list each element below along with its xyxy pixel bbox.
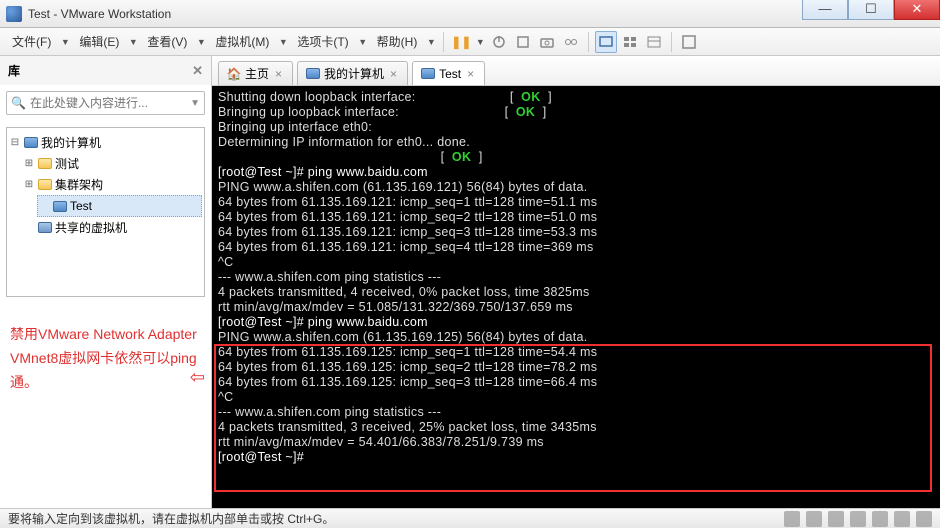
menu-file-dropdown[interactable]: ▼ <box>59 31 71 53</box>
shared-icon <box>37 220 53 236</box>
device-net-icon[interactable] <box>828 511 844 527</box>
vm-icon <box>421 67 435 81</box>
snapshot-tool[interactable] <box>536 31 558 53</box>
tab-close-icon[interactable]: × <box>388 67 399 81</box>
view-unity-button[interactable] <box>643 31 665 53</box>
annotation-text: 禁用VMware Network Adapter VMnet8虚拟网卡依然可以p… <box>10 323 201 394</box>
tree-root-mycomputer[interactable]: ⊟ 我的计算机 <box>9 132 202 153</box>
menu-vm-dropdown[interactable]: ▼ <box>277 31 289 53</box>
folder-icon <box>37 177 53 193</box>
app-icon <box>6 6 22 22</box>
annotation-label: 禁用VMware Network Adapter VMnet8虚拟网卡依然可以p… <box>10 326 197 390</box>
vm-console[interactable]: Shutting down loopback interface: [ OK ]… <box>212 86 940 508</box>
sidebar-close-icon[interactable]: ✕ <box>192 63 203 79</box>
menubar: 文件(F) ▼ 编辑(E) ▼ 查看(V) ▼ 虚拟机(M) ▼ 选项卡(T) … <box>0 28 940 56</box>
sidebar-search[interactable]: 🔍 ▼ <box>6 91 205 115</box>
collapse-icon[interactable]: ⊟ <box>9 137 21 148</box>
device-usb-icon[interactable] <box>850 511 866 527</box>
device-cd-icon[interactable] <box>806 511 822 527</box>
menu-help-dropdown[interactable]: ▼ <box>425 31 437 53</box>
tree-label: Test <box>70 199 92 213</box>
tree-label: 共享的虚拟机 <box>55 219 127 236</box>
pause-button[interactable]: ❚❚ <box>450 31 472 53</box>
sidebar-title: 库 <box>8 62 20 79</box>
minimize-button[interactable]: — <box>802 0 848 20</box>
sidebar: 库 ✕ 🔍 ▼ ⊟ 我的计算机 ⊞ 测试 ⊞ 集群架构 <box>0 56 212 508</box>
menu-view[interactable]: 查看(V) <box>141 30 193 53</box>
main-area: 🏠 主页 × 我的计算机 × Test × Shutting down loop… <box>212 56 940 508</box>
tab-label: Test <box>439 67 461 81</box>
window-titlebar: Test - VMware Workstation — ☐ ✕ <box>0 0 940 28</box>
menu-help[interactable]: 帮助(H) <box>371 30 424 53</box>
tab-label: 主页 <box>245 65 269 82</box>
status-text: 要将输入定向到该虚拟机，请在虚拟机内部单击或按 Ctrl+G。 <box>8 510 334 527</box>
tab-mycomputer[interactable]: 我的计算机 × <box>297 61 408 85</box>
vm-icon <box>52 198 68 214</box>
snapshot-manager-tool[interactable] <box>560 31 582 53</box>
status-device-icons <box>784 511 932 527</box>
menu-edit-dropdown[interactable]: ▼ <box>127 31 139 53</box>
menu-view-dropdown[interactable]: ▼ <box>195 31 207 53</box>
tab-home[interactable]: 🏠 主页 × <box>218 61 293 85</box>
home-icon: 🏠 <box>227 67 241 81</box>
fullscreen-button[interactable] <box>678 31 700 53</box>
device-sound-icon[interactable] <box>872 511 888 527</box>
tab-label: 我的计算机 <box>324 65 384 82</box>
settings-tool[interactable] <box>512 31 534 53</box>
tab-close-icon[interactable]: × <box>273 67 284 81</box>
device-hdd-icon[interactable] <box>784 511 800 527</box>
tree-shared-vms[interactable]: 共享的虚拟机 <box>23 217 202 238</box>
folder-icon <box>37 156 53 172</box>
tree-label: 测试 <box>55 155 79 172</box>
menu-edit[interactable]: 编辑(E) <box>73 30 125 53</box>
power-tool[interactable] <box>488 31 510 53</box>
separator <box>588 32 589 52</box>
tree-label: 集群架构 <box>55 176 103 193</box>
menu-file[interactable]: 文件(F) <box>6 30 57 53</box>
menu-tabs[interactable]: 选项卡(T) <box>291 30 354 53</box>
menu-tabs-dropdown[interactable]: ▼ <box>357 31 369 53</box>
search-dropdown-icon[interactable]: ▼ <box>190 98 200 109</box>
expand-icon[interactable]: ⊞ <box>23 158 35 169</box>
search-icon: 🔍 <box>11 96 26 110</box>
window-title: Test - VMware Workstation <box>28 7 934 21</box>
separator <box>443 32 444 52</box>
maximize-button[interactable]: ☐ <box>848 0 894 20</box>
view-console-button[interactable] <box>595 31 617 53</box>
tab-close-icon[interactable]: × <box>465 67 476 81</box>
tree-label: 我的计算机 <box>41 134 101 151</box>
search-input[interactable] <box>30 96 190 110</box>
annotation-arrow-icon: ⇦ <box>190 362 205 393</box>
device-display-icon[interactable] <box>916 511 932 527</box>
sidebar-header: 库 ✕ <box>0 56 211 85</box>
computer-icon <box>23 135 39 151</box>
tab-bar: 🏠 主页 × 我的计算机 × Test × <box>212 56 940 86</box>
separator <box>671 32 672 52</box>
pause-dropdown[interactable]: ▼ <box>474 31 486 53</box>
computer-icon <box>306 67 320 81</box>
menu-vm[interactable]: 虚拟机(M) <box>209 30 275 53</box>
library-tree: ⊟ 我的计算机 ⊞ 测试 ⊞ 集群架构 Test <box>6 127 205 297</box>
tree-folder-test-cn[interactable]: ⊞ 测试 <box>23 153 202 174</box>
tree-folder-cluster[interactable]: ⊞ 集群架构 <box>23 174 202 195</box>
device-printer-icon[interactable] <box>894 511 910 527</box>
close-button[interactable]: ✕ <box>894 0 940 20</box>
tab-test[interactable]: Test × <box>412 61 485 85</box>
view-thumbnail-button[interactable] <box>619 31 641 53</box>
status-bar: 要将输入定向到该虚拟机，请在虚拟机内部单击或按 Ctrl+G。 <box>0 508 940 528</box>
tree-vm-test[interactable]: Test <box>37 195 202 217</box>
expand-icon[interactable]: ⊞ <box>23 179 35 190</box>
